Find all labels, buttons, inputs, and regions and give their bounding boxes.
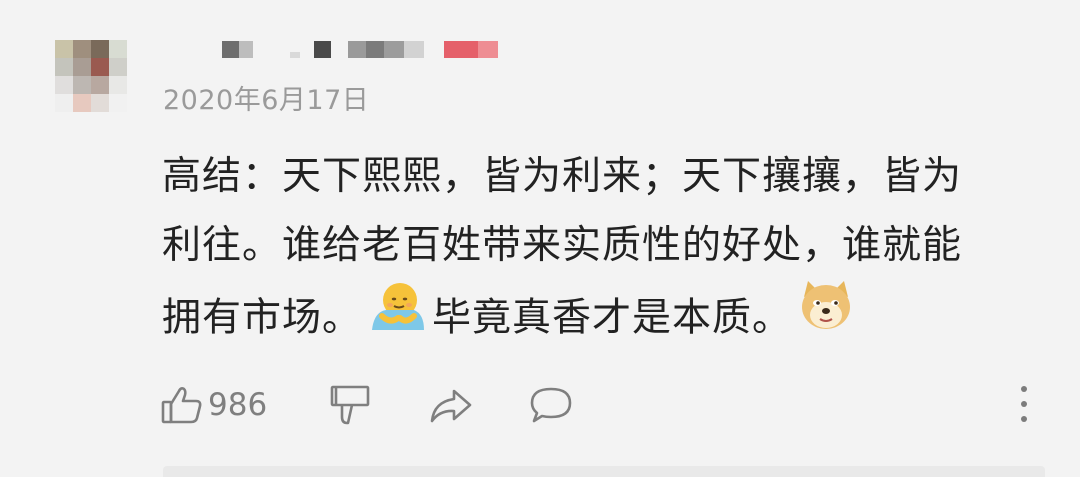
username[interactable] xyxy=(222,41,502,58)
like-count: 986 xyxy=(208,387,268,423)
comment-line: 利往。谁给老百姓带来实质性的好处，谁就能 xyxy=(162,223,963,268)
speech-bubble-icon xyxy=(528,383,574,427)
comment-line: 拥有市场。 毕竟真香才是本质。 xyxy=(162,280,1042,349)
comment-text: 高结：天下熙熙，皆为利来；天下攘攘，皆为 利往。谁给老百姓带来实质性的好处，谁就… xyxy=(162,142,1042,349)
comment-actions: 986 xyxy=(160,382,1040,428)
share-button[interactable] xyxy=(428,382,474,428)
doge-emoji xyxy=(798,277,854,355)
share-arrow-icon xyxy=(428,383,474,427)
thumbs-down-icon xyxy=(328,383,372,427)
comment-card: 2020年6月17日 高结：天下熙熙，皆为利来；天下攘攘，皆为 利往。谁给老百姓… xyxy=(0,0,1080,477)
comment-line: 高结：天下熙熙，皆为利来；天下攘攘，皆为 xyxy=(162,154,963,199)
avatar[interactable] xyxy=(55,40,127,112)
thumbs-up-icon xyxy=(160,383,204,427)
dislike-button[interactable] xyxy=(328,382,372,428)
reply-button[interactable] xyxy=(528,382,574,428)
divider xyxy=(163,466,1045,477)
more-vertical-icon[interactable] xyxy=(1014,384,1034,424)
comment-segment: 毕竟真香才是本质。 xyxy=(432,295,793,341)
hug-emoji xyxy=(368,276,426,356)
comment-date: 2020年6月17日 xyxy=(163,85,370,116)
like-button[interactable]: 986 xyxy=(160,382,267,428)
comment-segment: 拥有市场。 xyxy=(162,295,363,341)
